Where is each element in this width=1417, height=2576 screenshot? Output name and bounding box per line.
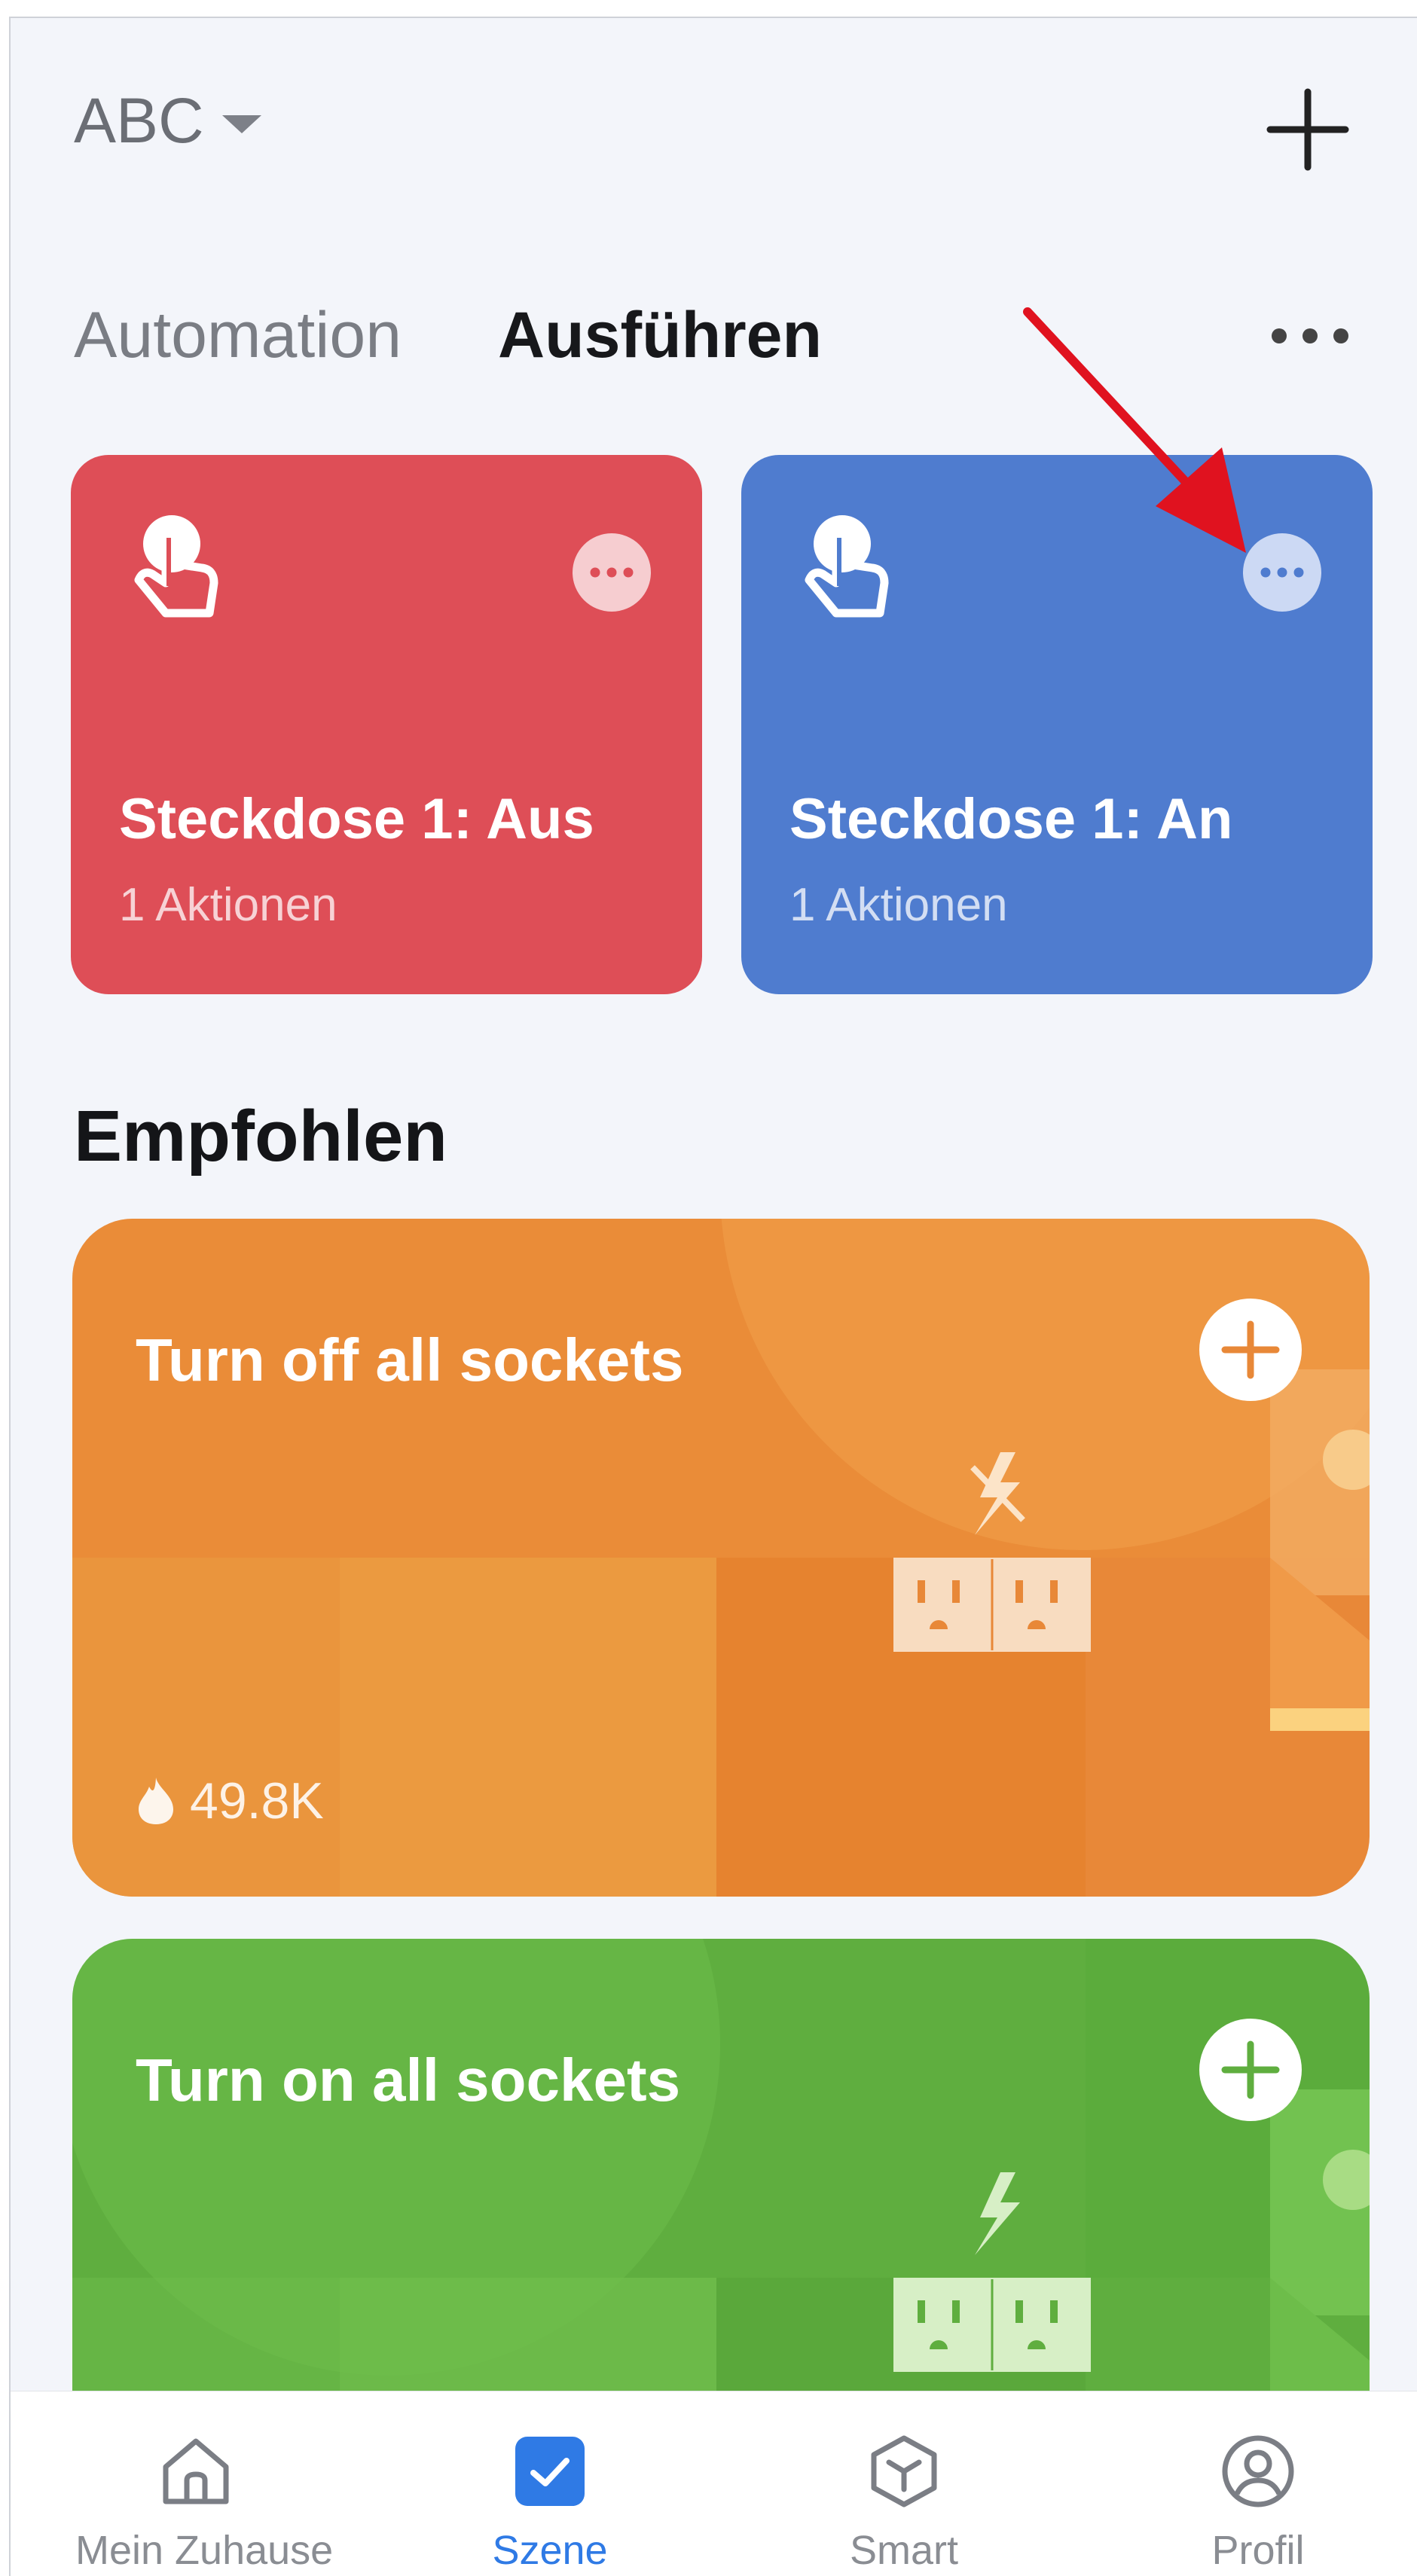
add-recommendation-button[interactable] bbox=[1199, 2019, 1302, 2121]
cube-icon bbox=[871, 2435, 937, 2507]
tab-automation[interactable]: Automation bbox=[74, 298, 402, 373]
app-screen: ABC Automation Ausführen Steckdose 1: Au… bbox=[9, 17, 1417, 2576]
popularity-value: 49.8K bbox=[190, 1772, 324, 1830]
scene-options-button[interactable] bbox=[573, 533, 651, 612]
bottom-navigation: Mein Zuhause Szene Smart Profil bbox=[11, 2391, 1417, 2576]
nav-mein-zuhause[interactable]: Mein Zuhause bbox=[75, 2391, 334, 2576]
nav-label: Mein Zuhause bbox=[75, 2528, 334, 2573]
scene-subtitle: 1 Aktionen bbox=[119, 879, 337, 931]
recommended-title: Turn on all sockets bbox=[136, 2046, 681, 2114]
scene-title: Steckdose 1: An bbox=[789, 787, 1233, 851]
ellipsis-icon bbox=[1260, 567, 1304, 578]
nav-szene[interactable]: Szene bbox=[429, 2391, 670, 2576]
section-title-recommended: Empfohlen bbox=[74, 1096, 447, 1177]
plus-icon bbox=[1221, 1320, 1280, 1379]
caret-down-icon bbox=[221, 114, 261, 133]
flame-icon bbox=[139, 1778, 173, 1824]
profile-icon bbox=[1222, 2435, 1294, 2507]
scene-options-button[interactable] bbox=[1243, 533, 1321, 612]
more-options-icon[interactable] bbox=[1269, 319, 1351, 353]
add-recommendation-button[interactable] bbox=[1199, 1299, 1302, 1401]
checkbox-icon bbox=[515, 2437, 585, 2506]
nav-profil[interactable]: Profil bbox=[1138, 2391, 1379, 2576]
plus-icon bbox=[1221, 2040, 1280, 2099]
popularity-count: 49.8K bbox=[136, 1772, 324, 1830]
tab-ausfuehren[interactable]: Ausführen bbox=[498, 298, 822, 373]
scene-card-steckdose-aus[interactable]: Steckdose 1: Aus 1 Aktionen bbox=[71, 455, 702, 994]
tap-hand-icon bbox=[134, 515, 218, 618]
nav-label: Profil bbox=[1211, 2528, 1305, 2573]
nav-label: Szene bbox=[492, 2528, 608, 2573]
scene-tabs: Automation Ausführen bbox=[74, 298, 918, 373]
tap-hand-icon bbox=[805, 515, 889, 618]
recommended-card-turn-off[interactable]: Turn off all sockets 49.8K bbox=[72, 1219, 1370, 1897]
add-icon[interactable] bbox=[1266, 87, 1350, 172]
home-name: ABC bbox=[74, 85, 204, 156]
scene-subtitle: 1 Aktionen bbox=[789, 879, 1008, 931]
nav-label: Smart bbox=[849, 2528, 959, 2573]
nav-smart[interactable]: Smart bbox=[783, 2391, 1025, 2576]
home-icon bbox=[163, 2438, 229, 2504]
recommended-title: Turn off all sockets bbox=[136, 1326, 684, 1393]
ellipsis-icon bbox=[590, 567, 634, 578]
scene-card-steckdose-an[interactable]: Steckdose 1: An 1 Aktionen bbox=[741, 455, 1373, 994]
home-selector[interactable]: ABC bbox=[74, 84, 261, 157]
scene-title: Steckdose 1: Aus bbox=[119, 787, 594, 851]
